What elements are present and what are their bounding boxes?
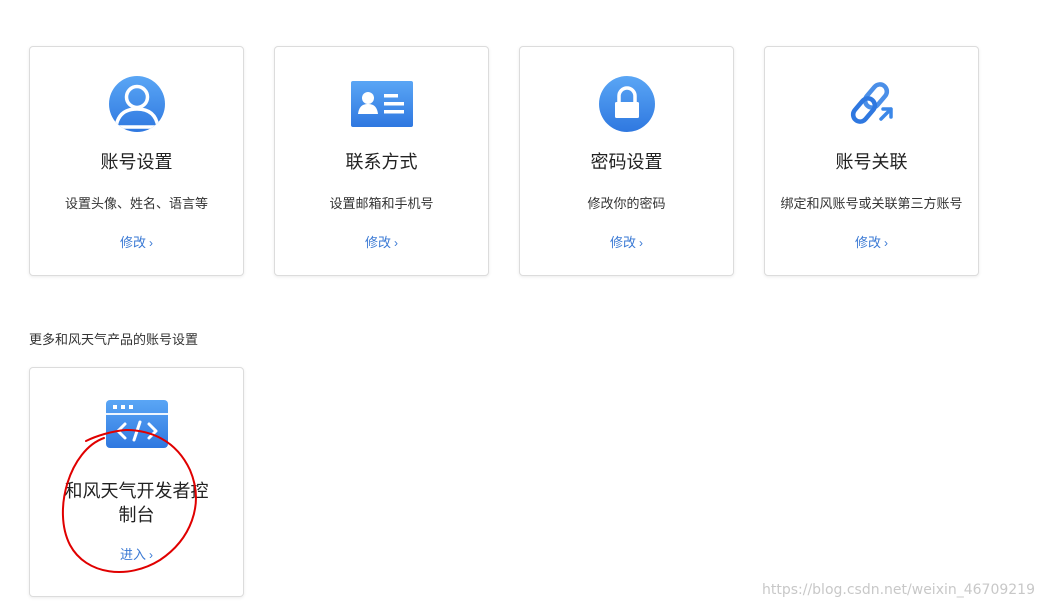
- link-label: 进入: [119, 547, 146, 562]
- card-description: 设置头像、姓名、语言等: [64, 196, 208, 211]
- section-label: 更多和风天气产品的账号设置: [29, 332, 199, 347]
- contact-card-icon: [275, 75, 488, 133]
- chevron-right-icon: ›: [639, 236, 643, 250]
- code-window-icon: [30, 400, 243, 448]
- card-title: 账号设置: [100, 152, 173, 172]
- password-settings-card[interactable]: 密码设置 修改你的密码 修改 ›: [519, 46, 734, 276]
- watermark-url: https://blog.csdn.net/weixin_46709219: [761, 582, 1035, 598]
- lock-icon: [520, 75, 733, 133]
- modify-link[interactable]: 修改 ›: [520, 234, 733, 252]
- card-title: 密码设置: [590, 152, 663, 172]
- card-description: 绑定和风账号或关联第三方账号: [780, 196, 963, 211]
- modify-link[interactable]: 修改 ›: [275, 234, 488, 252]
- chevron-right-icon: ›: [394, 236, 398, 250]
- modify-link[interactable]: 修改 ›: [765, 234, 978, 252]
- card-title: 账号关联: [835, 152, 908, 172]
- chevron-right-icon: ›: [149, 236, 153, 250]
- chevron-right-icon: ›: [149, 548, 153, 562]
- modify-link[interactable]: 修改 ›: [30, 234, 243, 252]
- card-title: 联系方式: [345, 152, 418, 172]
- user-avatar-icon: [30, 75, 243, 133]
- contact-info-card[interactable]: 联系方式 设置邮箱和手机号 修改 ›: [274, 46, 489, 276]
- link-label: 修改: [609, 235, 636, 250]
- card-title: 和风天气开发者控制台: [64, 481, 209, 525]
- chevron-right-icon: ›: [884, 236, 888, 250]
- developer-console-card[interactable]: 和风天气开发者控制台 进入 ›: [29, 367, 244, 597]
- link-label: 修改: [854, 235, 881, 250]
- card-description: 设置邮箱和手机号: [329, 196, 434, 211]
- account-settings-card[interactable]: 账号设置 设置头像、姓名、语言等 修改 ›: [29, 46, 244, 276]
- link-label: 修改: [364, 235, 391, 250]
- account-linking-card[interactable]: 账号关联 绑定和风账号或关联第三方账号 修改 ›: [764, 46, 979, 276]
- enter-link[interactable]: 进入 ›: [30, 546, 243, 564]
- link-label: 修改: [119, 235, 146, 250]
- link-chain-icon: [765, 75, 978, 133]
- card-description: 修改你的密码: [587, 196, 666, 211]
